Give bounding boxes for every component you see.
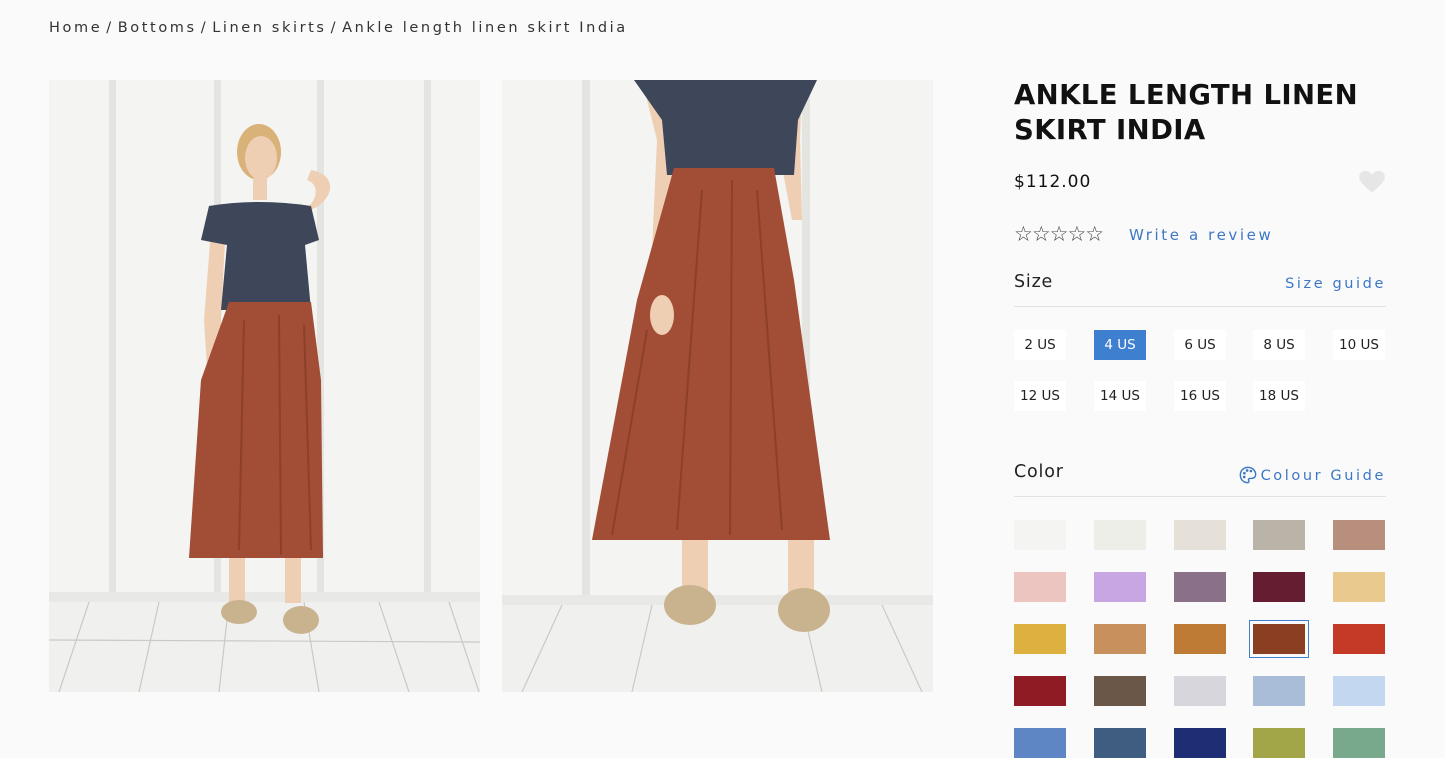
color-swatch[interactable]	[1174, 520, 1226, 550]
color-swatch[interactable]	[1014, 572, 1066, 602]
color-swatch[interactable]	[1094, 572, 1146, 602]
model-closeup-illustration	[502, 80, 933, 692]
product-price: $112.00	[1014, 172, 1092, 192]
breadcrumb-separator: /	[106, 20, 114, 36]
product-info-panel: ANKLE LENGTH LINEN SKIRT INDIA $112.00 ☆…	[1014, 78, 1386, 758]
color-swatch[interactable]	[1174, 676, 1226, 706]
breadcrumb-home[interactable]: Home	[49, 20, 102, 36]
size-section-header: Size Size guide	[1014, 272, 1386, 307]
color-swatch[interactable]	[1094, 624, 1146, 654]
rating-row: ☆☆☆☆☆ Write a review	[1014, 222, 1386, 248]
size-option-button[interactable]: 16 US	[1174, 381, 1226, 411]
color-swatch[interactable]	[1174, 728, 1226, 758]
color-section-header: Color Colour Guide	[1014, 462, 1386, 497]
product-title: ANKLE LENGTH LINEN SKIRT INDIA	[1014, 79, 1359, 146]
price-row: $112.00	[1014, 170, 1386, 202]
color-swatch[interactable]	[1014, 676, 1066, 706]
color-swatch[interactable]	[1253, 728, 1305, 758]
breadcrumb-separator: /	[330, 20, 339, 36]
color-swatch[interactable]	[1249, 620, 1309, 658]
size-label: Size	[1014, 272, 1054, 292]
heart-icon[interactable]	[1358, 168, 1386, 196]
size-option-button[interactable]: 4 US	[1094, 330, 1146, 360]
size-option-button[interactable]: 2 US	[1014, 330, 1066, 360]
colour-guide-link[interactable]: Colour Guide	[1239, 466, 1386, 484]
color-swatch[interactable]	[1333, 520, 1385, 550]
size-option-button[interactable]: 18 US	[1253, 381, 1305, 411]
color-swatch[interactable]	[1014, 520, 1066, 550]
breadcrumb-separator: /	[200, 20, 209, 36]
breadcrumb-bottoms[interactable]: Bottoms	[118, 20, 197, 36]
color-swatch[interactable]	[1174, 624, 1226, 654]
size-option-button[interactable]: 14 US	[1094, 381, 1146, 411]
star-rating-icon: ☆☆☆☆☆	[1014, 222, 1104, 246]
breadcrumb: Home / Bottoms / Linen skirts / Ankle length l…	[49, 20, 628, 36]
color-swatch[interactable]	[1014, 728, 1066, 758]
color-swatch[interactable]	[1253, 676, 1305, 706]
color-swatch[interactable]	[1094, 520, 1146, 550]
color-swatch[interactable]	[1094, 676, 1146, 706]
color-swatch[interactable]	[1174, 572, 1226, 602]
color-swatch[interactable]	[1333, 676, 1385, 706]
size-option-button[interactable]: 6 US	[1174, 330, 1226, 360]
palette-icon	[1239, 466, 1256, 484]
product-image-closeup[interactable]	[502, 80, 933, 692]
size-option-button[interactable]: 10 US	[1333, 330, 1385, 360]
product-image-full-body[interactable]	[49, 80, 480, 692]
color-swatch[interactable]	[1333, 572, 1385, 602]
color-swatch[interactable]	[1333, 624, 1385, 654]
color-label: Color	[1014, 462, 1064, 482]
write-review-link[interactable]: Write a review	[1129, 226, 1273, 244]
size-guide-link[interactable]: Size guide	[1285, 276, 1386, 292]
colour-guide-label: Colour Guide	[1260, 468, 1386, 484]
model-full-body-illustration	[49, 80, 480, 692]
color-swatch[interactable]	[1253, 520, 1305, 550]
color-swatch[interactable]	[1014, 624, 1066, 654]
breadcrumb-linen-skirts[interactable]: Linen skirts	[212, 20, 326, 36]
color-swatch[interactable]	[1333, 728, 1385, 758]
size-option-button[interactable]: 12 US	[1014, 381, 1066, 411]
color-swatch[interactable]	[1253, 572, 1305, 602]
breadcrumb-current: Ankle length linen skirt India	[342, 20, 628, 36]
size-option-button[interactable]: 8 US	[1253, 330, 1305, 360]
color-swatch[interactable]	[1094, 728, 1146, 758]
